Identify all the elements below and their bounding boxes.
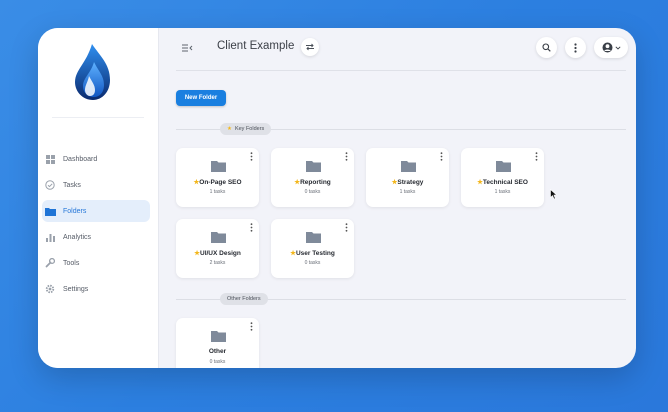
folder-task-count: 0 tasks: [304, 260, 321, 266]
folder-card[interactable]: Other 0 tasks: [176, 318, 259, 368]
more-options-button[interactable]: [565, 37, 586, 58]
folder-icon: [211, 161, 226, 172]
mouse-cursor-icon: [550, 189, 558, 200]
folder-icon: [211, 331, 226, 342]
flame-logo-icon: [75, 44, 110, 100]
sidebar-item-tools[interactable]: Tools: [42, 252, 150, 274]
top-bar: Client Example: [158, 28, 636, 70]
new-folder-button[interactable]: New Folder: [176, 90, 226, 106]
folder-task-count: 1 tasks: [399, 189, 416, 195]
kebab-menu-icon[interactable]: [250, 152, 253, 161]
dashboard-icon: [44, 153, 56, 165]
sidebar-item-label: Tools: [63, 259, 80, 267]
sidebar-item-tasks[interactable]: Tasks: [42, 174, 150, 196]
folder-icon: [211, 232, 226, 243]
folder-card[interactable]: ★Reporting 0 tasks: [271, 148, 354, 207]
folder-name: UI/UX Design: [200, 250, 241, 257]
user-menu-button[interactable]: [594, 37, 628, 58]
menu-collapse-icon[interactable]: [180, 41, 194, 55]
folder-name: Other: [208, 348, 227, 355]
sidebar-item-label: Analytics: [63, 233, 92, 241]
folder-card[interactable]: ★User Testing 0 tasks: [271, 219, 354, 278]
folder-icon: [306, 161, 321, 172]
folder-task-count: 1 tasks: [209, 189, 226, 195]
wrench-icon: [44, 257, 56, 269]
sidebar-item-settings[interactable]: Settings: [42, 278, 150, 300]
kebab-menu-icon[interactable]: [535, 152, 538, 161]
sidebar-item-folders[interactable]: Folders: [42, 200, 150, 222]
folder-task-count: 0 tasks: [304, 189, 321, 195]
gear-icon: [44, 283, 56, 295]
section-label-other-folders: Other Folders: [220, 293, 268, 305]
sidebar-item-label: Dashboard: [63, 155, 98, 163]
folder-name: On-Page SEO: [199, 179, 242, 186]
section-label-key-folders: ★ Key Folders: [220, 123, 272, 135]
app-window: Dashboard Tasks Folders Analytics Tools: [38, 28, 636, 368]
switch-client-button[interactable]: [301, 38, 319, 56]
kebab-menu-icon: [574, 42, 577, 53]
check-circle-icon: [44, 179, 56, 191]
sidebar-item-label: Settings: [63, 285, 89, 293]
folder-card[interactable]: ★UI/UX Design 2 tasks: [176, 219, 259, 278]
kebab-menu-icon[interactable]: [250, 322, 253, 331]
folder-name: Strategy: [397, 179, 424, 186]
bar-chart-icon: [44, 231, 56, 243]
kebab-menu-icon[interactable]: [345, 152, 348, 161]
chevron-down-icon: [614, 45, 621, 50]
folder-icon: [401, 161, 416, 172]
kebab-menu-icon[interactable]: [440, 152, 443, 161]
folder-card[interactable]: ★Strategy 1 tasks: [366, 148, 449, 207]
sidebar-item-dashboard[interactable]: Dashboard: [42, 148, 150, 170]
folder-task-count: 1 tasks: [494, 189, 511, 195]
folder-card[interactable]: ★On-Page SEO 1 tasks: [176, 148, 259, 207]
kebab-menu-icon[interactable]: [250, 223, 253, 232]
sidebar-item-label: Tasks: [63, 181, 81, 189]
kebab-menu-icon[interactable]: [345, 223, 348, 232]
search-button[interactable]: [536, 37, 557, 58]
sidebar-divider: [52, 117, 144, 118]
folder-task-count: 2 tasks: [209, 260, 226, 266]
folder-name: User Testing: [295, 250, 335, 257]
folder-name: Reporting: [300, 179, 331, 186]
folder-card[interactable]: ★Technical SEO 1 tasks: [461, 148, 544, 207]
folder-icon: [306, 232, 321, 243]
star-icon: ★: [227, 126, 232, 132]
avatar-icon: [602, 42, 612, 53]
page-title: Client Example: [217, 40, 295, 52]
folder-name: Technical SEO: [482, 179, 528, 186]
sidebar: Dashboard Tasks Folders Analytics Tools: [38, 28, 159, 368]
folder-task-count: 0 tasks: [209, 359, 226, 365]
search-icon: [542, 43, 551, 52]
folder-icon: [44, 205, 56, 217]
sidebar-item-analytics[interactable]: Analytics: [42, 226, 150, 248]
header-divider: [176, 70, 626, 71]
folder-icon: [496, 161, 511, 172]
sidebar-item-label: Folders: [63, 207, 87, 215]
swap-arrows-icon: [306, 43, 314, 51]
